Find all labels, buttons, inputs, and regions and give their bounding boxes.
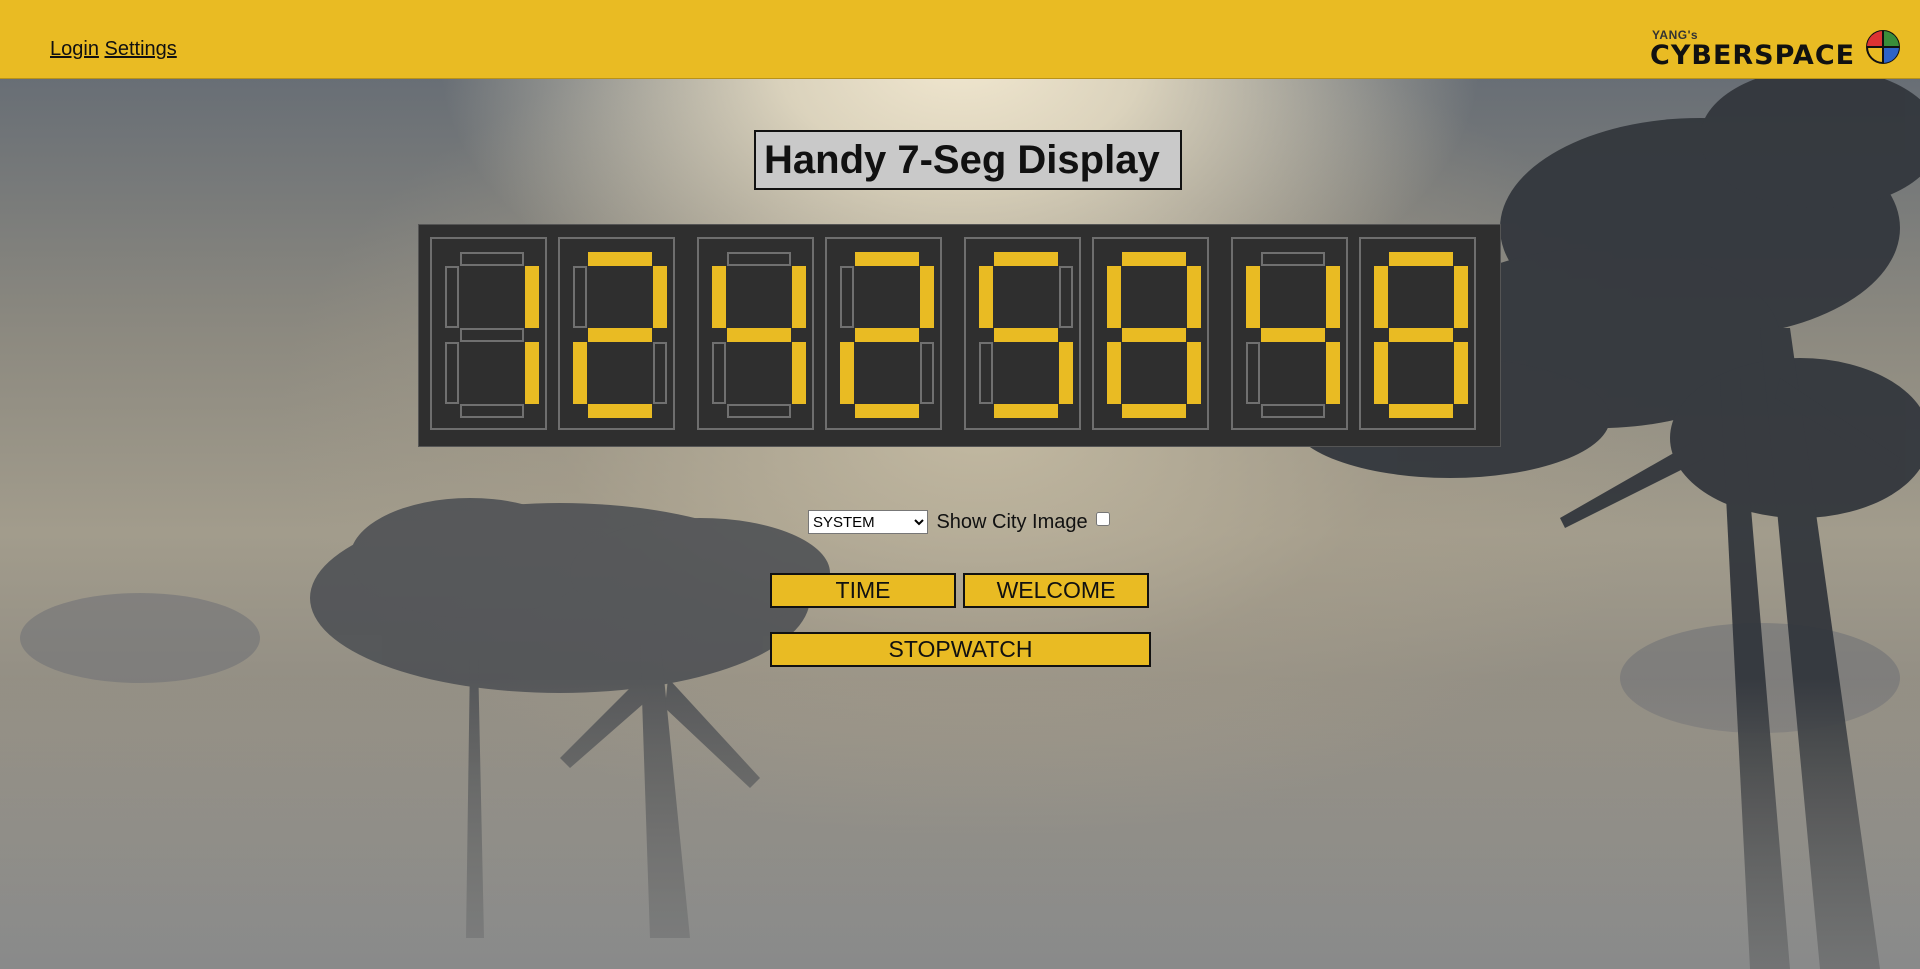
segment-d: [1122, 404, 1186, 418]
segment-f: [979, 266, 993, 328]
stopwatch-button[interactable]: STOPWATCH: [770, 632, 1151, 667]
segment-g: [1261, 328, 1325, 342]
segment-f: [1246, 266, 1260, 328]
segment-c: [1454, 342, 1468, 404]
segment-d: [727, 404, 791, 418]
digit-cell: [1359, 237, 1476, 430]
segment-d: [994, 404, 1058, 418]
segment-b: [525, 266, 539, 328]
display-controls: SYSTEM Show City Image: [808, 510, 1111, 536]
segment-a: [855, 252, 919, 266]
segment-a: [1122, 252, 1186, 266]
segment-c: [525, 342, 539, 404]
segment-b: [1326, 266, 1340, 328]
digit-cell: [430, 237, 547, 430]
segment-a: [1261, 252, 1325, 266]
segment-d: [1261, 404, 1325, 418]
segment-c: [792, 342, 806, 404]
segment-e: [1246, 342, 1260, 404]
segment-c: [1326, 342, 1340, 404]
segment-e: [1374, 342, 1388, 404]
segment-f: [1107, 266, 1121, 328]
segment-g: [727, 328, 791, 342]
segment-g: [1389, 328, 1453, 342]
page-title: Handy 7-Seg Display: [754, 130, 1182, 190]
digit-cell: [825, 237, 942, 430]
segment-f: [573, 266, 587, 328]
settings-link[interactable]: Settings: [105, 38, 177, 60]
digit-cell: [964, 237, 1081, 430]
segment-a: [460, 252, 524, 266]
segment-b: [653, 266, 667, 328]
segment-b: [920, 266, 934, 328]
segment-a: [994, 252, 1058, 266]
source-select[interactable]: SYSTEM: [808, 510, 928, 534]
time-button[interactable]: TIME: [770, 573, 956, 608]
segment-f: [840, 266, 854, 328]
segment-e: [445, 342, 459, 404]
segment-a: [1389, 252, 1453, 266]
digit-cell: [1092, 237, 1209, 430]
segment-f: [712, 266, 726, 328]
segment-g: [588, 328, 652, 342]
show-city-image-label: Show City Image: [936, 510, 1088, 533]
segment-g: [460, 328, 524, 342]
segment-d: [855, 404, 919, 418]
segment-e: [840, 342, 854, 404]
segment-e: [573, 342, 587, 404]
seven-seg-display: [418, 224, 1501, 447]
segment-c: [920, 342, 934, 404]
top-bar: Login Settings YANG's CYBERSPACE: [0, 0, 1920, 79]
segment-f: [445, 266, 459, 328]
segment-c: [1059, 342, 1073, 404]
show-city-image-checkbox[interactable]: [1096, 512, 1111, 526]
segment-g: [855, 328, 919, 342]
segment-b: [1187, 266, 1201, 328]
site-logo[interactable]: YANG's CYBERSPACE: [1650, 26, 1900, 71]
segment-b: [792, 266, 806, 328]
login-link[interactable]: Login: [50, 38, 99, 60]
segment-g: [994, 328, 1058, 342]
segment-g: [1122, 328, 1186, 342]
digit-cell: [558, 237, 675, 430]
segment-c: [1187, 342, 1201, 404]
segment-b: [1059, 266, 1073, 328]
segment-b: [1454, 266, 1468, 328]
digit-cell: [1231, 237, 1348, 430]
segment-f: [1374, 266, 1388, 328]
segment-d: [460, 404, 524, 418]
globe-icon: [1866, 30, 1900, 64]
logo-title: CYBERSPACE: [1650, 40, 1856, 71]
segment-c: [653, 342, 667, 404]
welcome-button[interactable]: WELCOME: [963, 573, 1149, 608]
segment-a: [588, 252, 652, 266]
segment-e: [1107, 342, 1121, 404]
segment-d: [1389, 404, 1453, 418]
segment-d: [588, 404, 652, 418]
segment-e: [712, 342, 726, 404]
segment-a: [727, 252, 791, 266]
nav-links: Login Settings: [50, 38, 177, 61]
digit-cell: [697, 237, 814, 430]
segment-e: [979, 342, 993, 404]
